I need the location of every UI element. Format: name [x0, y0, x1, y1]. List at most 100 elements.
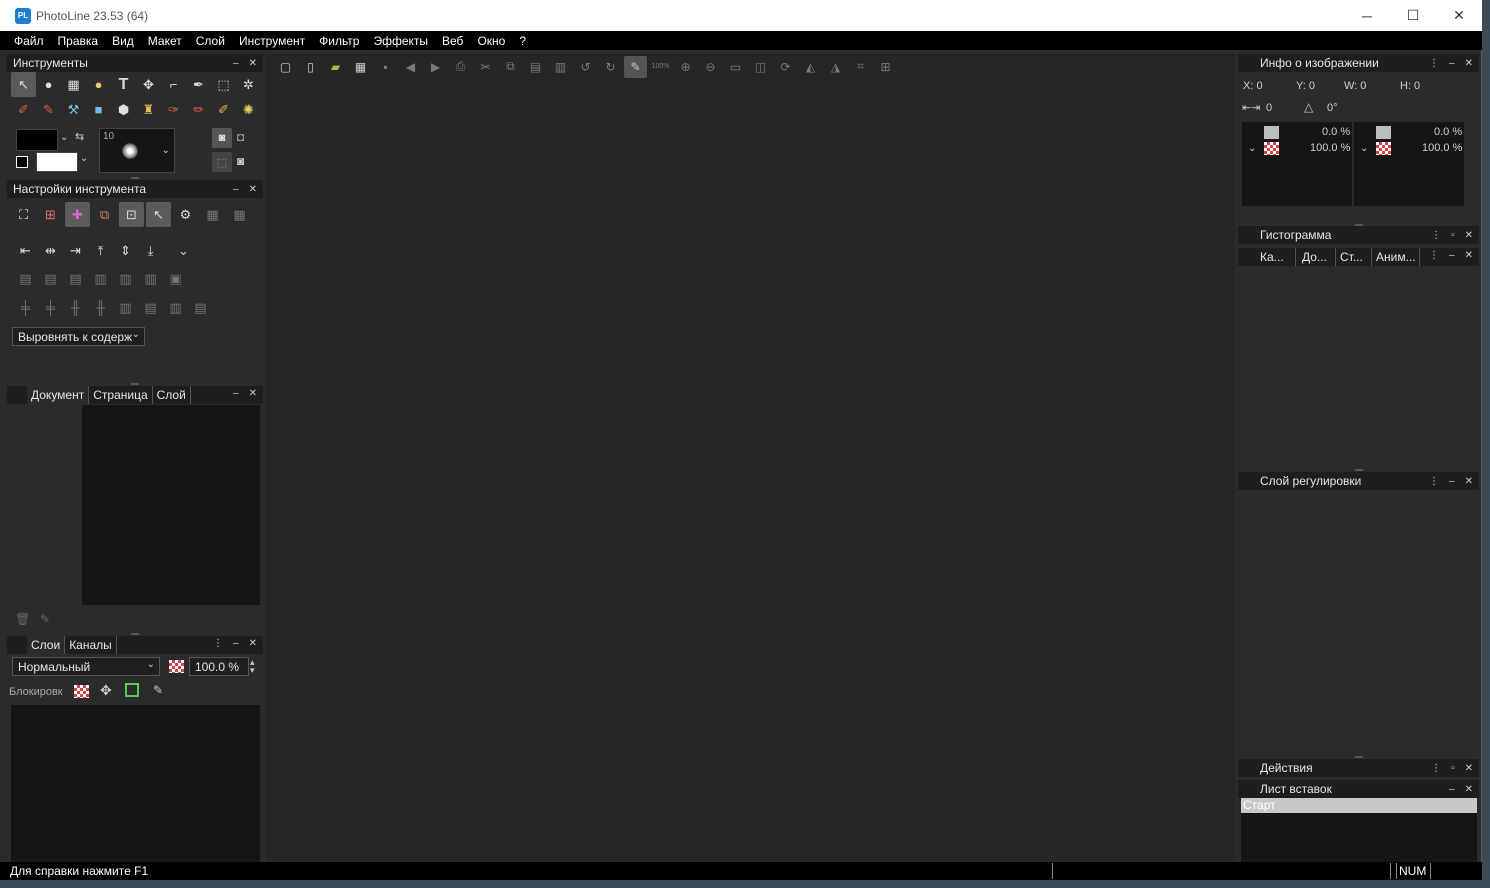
pointer-option-icon[interactable]: ↖	[146, 202, 171, 227]
magic-wand-icon[interactable]: ✲	[236, 72, 261, 97]
space-1-icon[interactable]: ╪	[13, 295, 38, 320]
tab-channels-short[interactable]: Ка...	[1256, 248, 1296, 266]
tab-channels[interactable]: Каналы	[65, 636, 117, 654]
menu-filter[interactable]: Фильтр	[312, 34, 366, 48]
save-icon[interactable]: ▪	[374, 56, 397, 78]
fit-width-icon[interactable]: ◫	[749, 56, 772, 78]
menu-layer[interactable]: Слой	[189, 34, 232, 48]
zoom-in-icon[interactable]: ⊕	[674, 56, 697, 78]
panel-grip[interactable]	[131, 633, 139, 635]
menu-layout[interactable]: Макет	[141, 34, 189, 48]
transform-tool-icon[interactable]: ✥	[136, 72, 161, 97]
menu-help[interactable]: ?	[512, 34, 533, 48]
menu-web[interactable]: Веб	[435, 34, 470, 48]
left-info-dropdown-icon[interactable]: ⌄	[1248, 143, 1256, 154]
gear-icon[interactable]: ⚙	[173, 202, 198, 227]
paste-special-icon[interactable]: ▥	[549, 56, 572, 78]
zoom-out-icon[interactable]: ⊖	[699, 56, 722, 78]
new-page-icon[interactable]: ▯	[299, 56, 322, 78]
undo-icon[interactable]: ↺	[574, 56, 597, 78]
space-4-icon[interactable]: ╫	[88, 295, 113, 320]
close-panel-icon[interactable]: ✕	[1465, 58, 1473, 69]
pen-tool-icon[interactable]: ✒	[186, 72, 211, 97]
align-top-icon[interactable]: ⤒	[88, 238, 113, 263]
tab-animation-short[interactable]: Аним...	[1372, 248, 1420, 266]
brush-dropdown-icon[interactable]: ⌄	[162, 145, 170, 156]
blend-mode-dropdown[interactable]: Нормальный ⌄	[12, 657, 160, 676]
edit-icon[interactable]: ✎	[40, 612, 50, 626]
lock-paint-icon[interactable]: ✎	[153, 683, 163, 697]
rotate-icon[interactable]: ⟳	[774, 56, 797, 78]
right-info-dropdown-icon[interactable]: ⌄	[1360, 143, 1368, 154]
close-panel-icon[interactable]: ✕	[249, 184, 257, 195]
panel-grip[interactable]	[1355, 756, 1363, 758]
space-5-icon[interactable]: ▥	[113, 295, 138, 320]
clone-stamp-icon[interactable]: ♜	[136, 97, 161, 122]
space-7-icon[interactable]: ▥	[163, 295, 188, 320]
new-document-icon[interactable]: ▢	[274, 56, 297, 78]
distribute-6-icon[interactable]: ▥	[138, 266, 163, 291]
background-color-swatch[interactable]	[36, 152, 78, 172]
lock-position-icon[interactable]: ✥	[100, 682, 112, 699]
menu-window[interactable]: Окно	[470, 34, 512, 48]
close-panel-icon[interactable]: ✕	[1465, 230, 1473, 241]
settings-option-4-icon[interactable]: ⧉	[92, 202, 117, 227]
minimize-panel-icon[interactable]: –	[233, 58, 239, 69]
close-panel-icon[interactable]: ✕	[249, 638, 257, 649]
sponge-icon[interactable]: ✺	[236, 97, 261, 122]
selection-tool-icon[interactable]: ⬚	[211, 72, 236, 97]
tab-styles-short[interactable]: Ст...	[1336, 248, 1372, 266]
float-panel-icon[interactable]: ▫	[1451, 230, 1455, 241]
selection-mode-icon[interactable]: ⬚	[212, 152, 232, 172]
document-preview[interactable]	[82, 405, 260, 605]
gradient-icon[interactable]: ■	[86, 97, 111, 122]
minimize-panel-icon[interactable]: –	[1449, 784, 1455, 795]
retouch-icon[interactable]: ✏	[186, 97, 211, 122]
distribute-4-icon[interactable]: ▥	[88, 266, 113, 291]
panel-grip[interactable]	[131, 383, 139, 385]
back-icon[interactable]: ◀	[399, 56, 422, 78]
grid-option-1-icon[interactable]: ▦	[200, 202, 225, 227]
align-right-icon[interactable]: ⇥	[63, 238, 88, 263]
foreground-color-swatch[interactable]	[16, 129, 58, 151]
redo-icon[interactable]: ↻	[599, 56, 622, 78]
minimize-panel-icon[interactable]: –	[1449, 250, 1455, 261]
close-panel-icon[interactable]: ✕	[249, 58, 257, 69]
distribute-2-icon[interactable]: ▤	[38, 266, 63, 291]
flip-horizontal-icon[interactable]: ◭	[799, 56, 822, 78]
list-item[interactable]: Старт	[1241, 798, 1477, 813]
fill-icon[interactable]: ⬢	[111, 97, 136, 122]
align-bottom-icon[interactable]: ⤓	[138, 238, 163, 263]
distribute-3-icon[interactable]: ▤	[63, 266, 88, 291]
minimize-panel-icon[interactable]: –	[233, 638, 239, 649]
minimize-button[interactable]: ─	[1344, 0, 1390, 31]
settings-option-5-icon[interactable]: ⊡	[119, 202, 144, 227]
smudge-icon[interactable]: ✑	[161, 97, 186, 122]
distribute-1-icon[interactable]: ▤	[13, 266, 38, 291]
maximize-button[interactable]: ☐	[1390, 0, 1436, 31]
open-folder-icon[interactable]: ▰	[324, 56, 347, 78]
panel-menu-icon[interactable]: ⋮	[213, 638, 223, 649]
lock-transparency-icon[interactable]	[74, 685, 89, 698]
paste-icon[interactable]: ▤	[524, 56, 547, 78]
panel-menu-icon[interactable]: ⋮	[1429, 476, 1439, 487]
minimize-panel-icon[interactable]: –	[1449, 58, 1455, 69]
add-icon[interactable]: ✚	[65, 202, 90, 227]
mask-mode-icon[interactable]: ◙	[212, 128, 232, 148]
panel-grip[interactable]	[131, 177, 139, 179]
forward-icon[interactable]: ▶	[424, 56, 447, 78]
close-panel-icon[interactable]: ✕	[1465, 763, 1473, 774]
close-panel-icon[interactable]: ✕	[1465, 476, 1473, 487]
brush-icon[interactable]: ✐	[11, 97, 36, 122]
align-hcenter-icon[interactable]: ⇹	[38, 238, 63, 263]
quick-mask-icon[interactable]: ◘	[237, 130, 244, 144]
healing-icon[interactable]: ✐	[211, 97, 236, 122]
panel-menu-icon[interactable]: ⋮	[1429, 58, 1439, 69]
menu-tool[interactable]: Инструмент	[232, 34, 312, 48]
minimize-panel-icon[interactable]: –	[1449, 476, 1455, 487]
align-left-icon[interactable]: ⇤	[13, 238, 38, 263]
tab-layer[interactable]: Слой	[153, 386, 191, 404]
sphere-tool-icon[interactable]: ●	[36, 72, 61, 97]
panel-menu-icon[interactable]: ⋮	[1431, 763, 1441, 774]
tab-document-short[interactable]: До...	[1296, 248, 1336, 266]
